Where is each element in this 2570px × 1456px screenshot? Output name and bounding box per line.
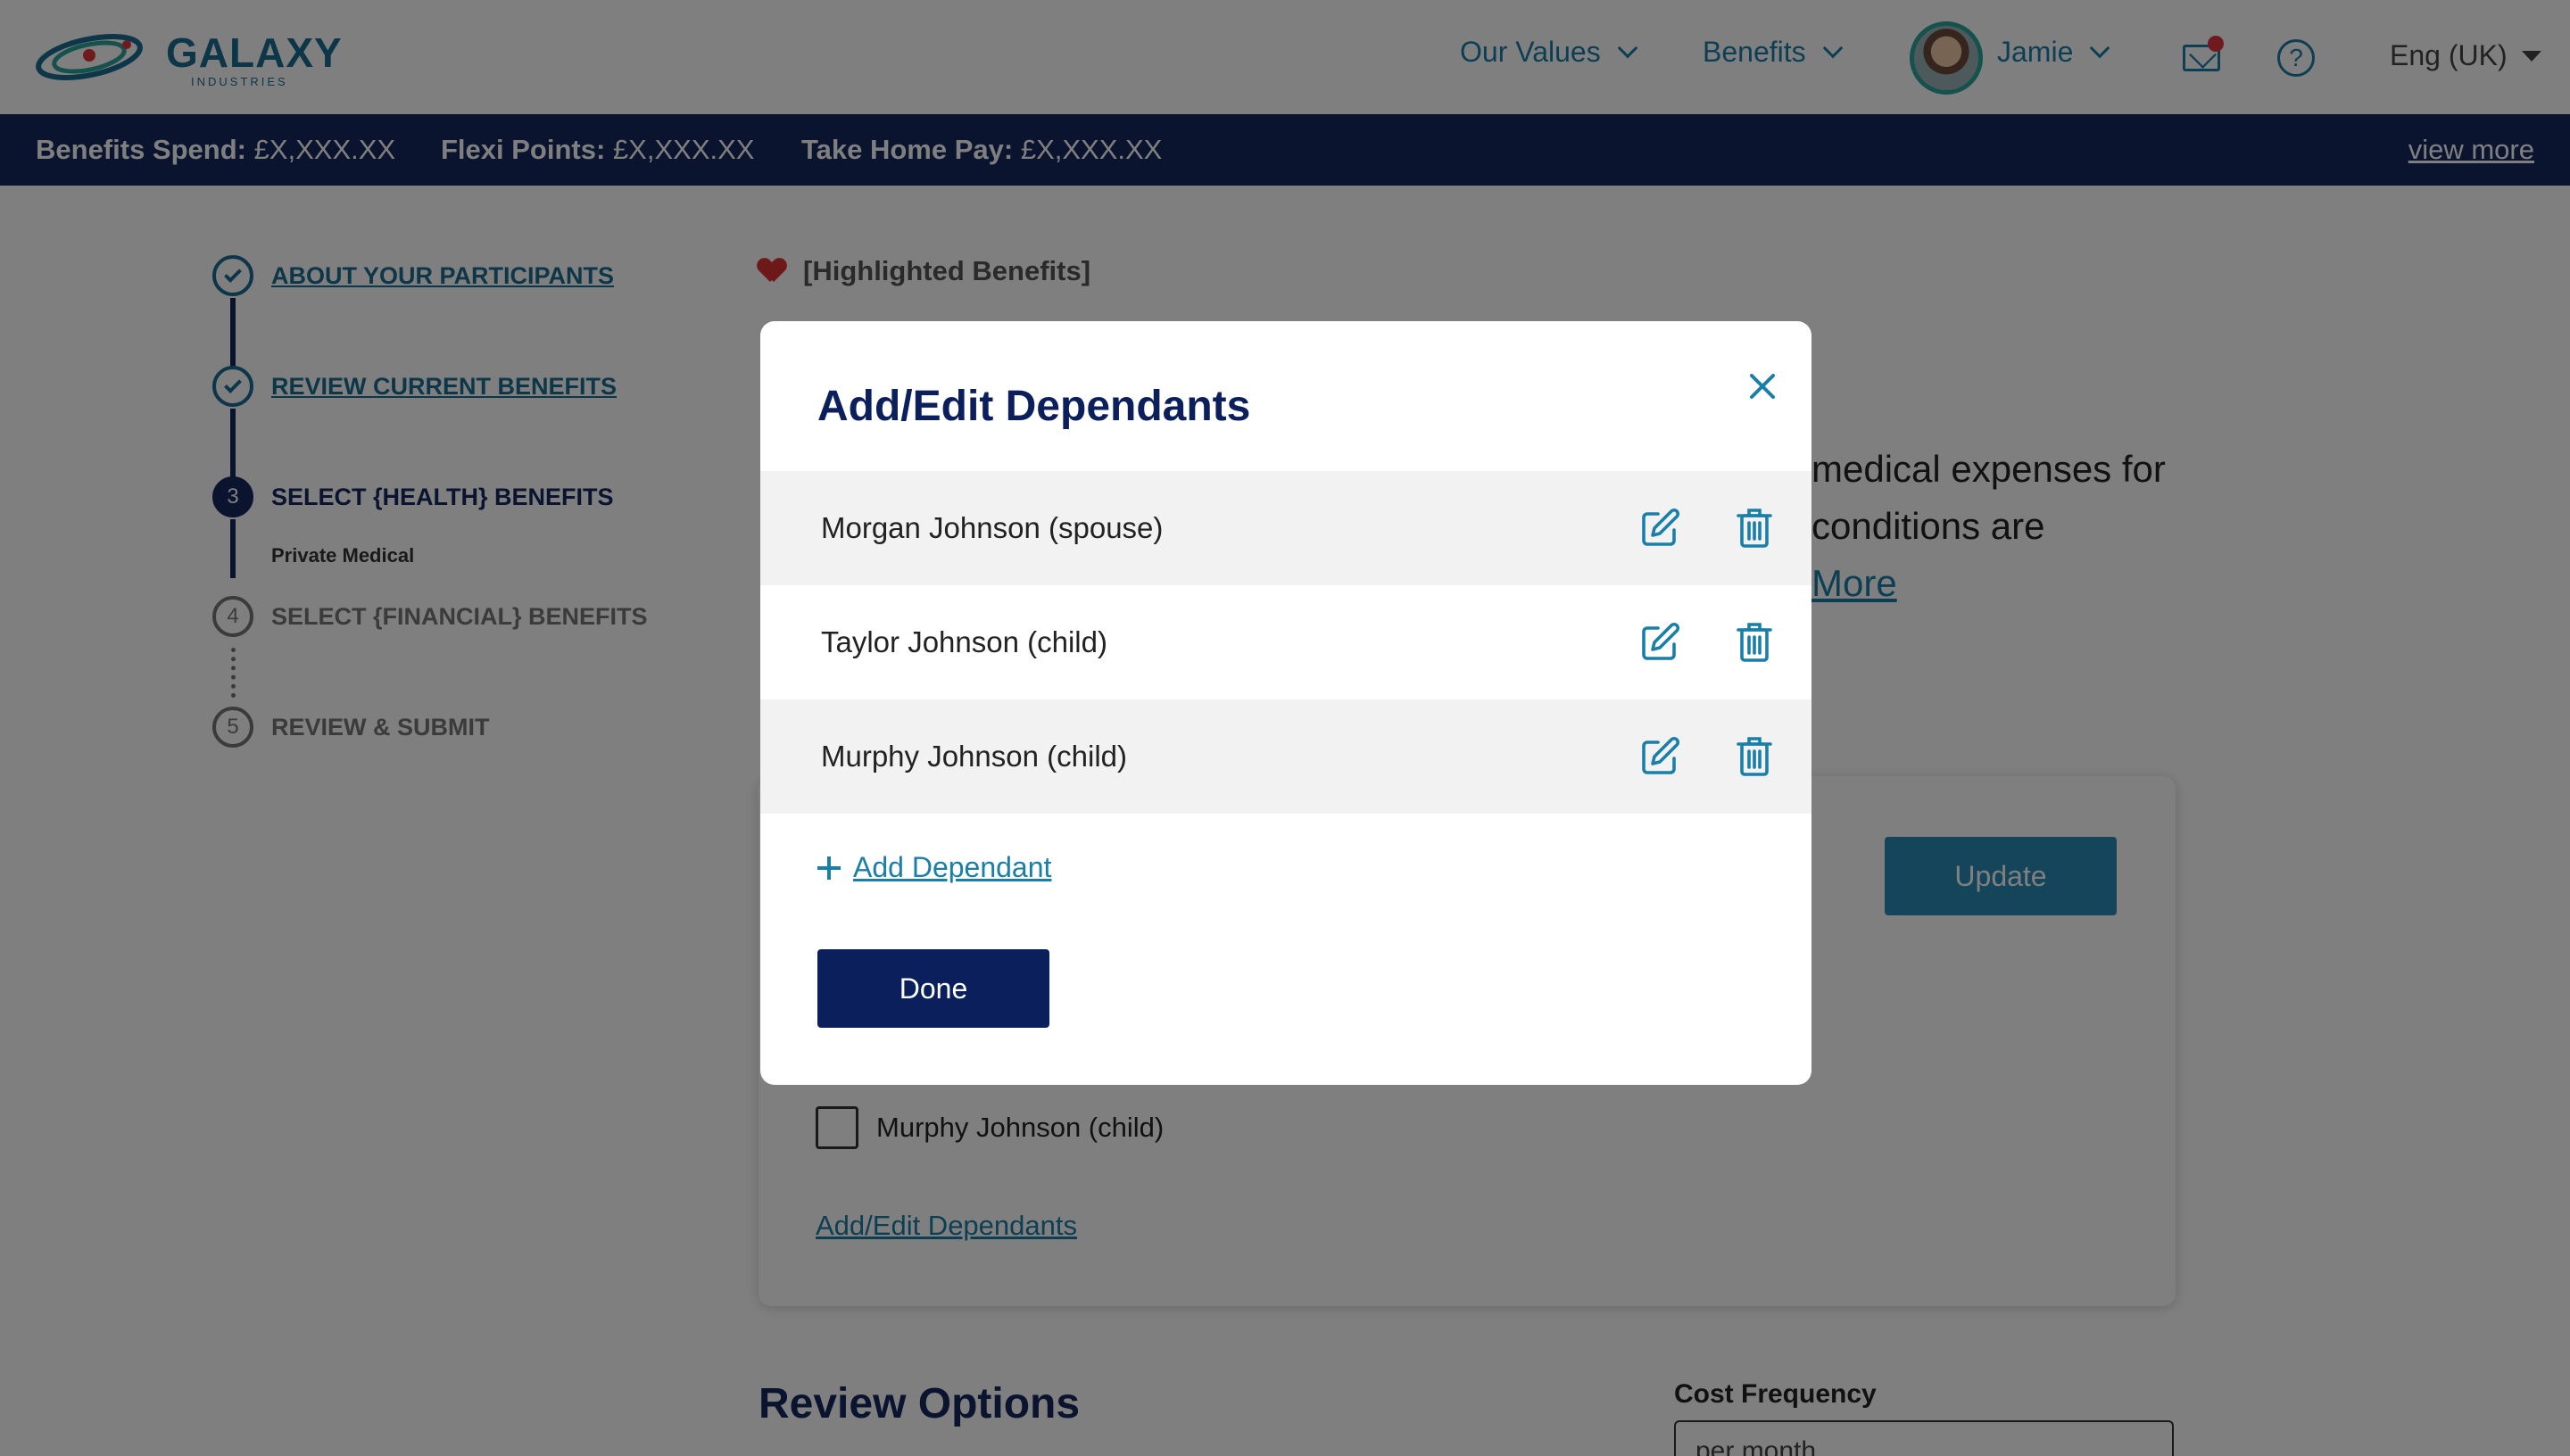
done-button[interactable]: Done <box>817 949 1049 1028</box>
edit-icon[interactable] <box>1638 507 1681 550</box>
edit-icon[interactable] <box>1638 735 1681 778</box>
plus-icon <box>817 856 841 880</box>
list-item: Taylor Johnson (child) <box>760 585 1811 699</box>
edit-icon[interactable] <box>1638 621 1681 664</box>
trash-icon[interactable] <box>1735 621 1774 664</box>
trash-icon[interactable] <box>1735 735 1774 778</box>
dependant-name: Murphy Johnson (child) <box>821 740 1127 773</box>
add-dependant-label: Add Dependant <box>853 851 1052 883</box>
add-dependant-link[interactable]: Add Dependant <box>817 851 1051 884</box>
list-item: Murphy Johnson (child) <box>760 699 1811 814</box>
list-item: Morgan Johnson (spouse) <box>760 471 1811 585</box>
add-edit-dependants-modal: Add/Edit Dependants Morgan Johnson (spou… <box>760 321 1811 1085</box>
modal-title: Add/Edit Dependants <box>817 383 1251 430</box>
trash-icon[interactable] <box>1735 507 1774 550</box>
dependant-name: Morgan Johnson (spouse) <box>821 511 1164 544</box>
close-icon[interactable] <box>1740 364 1785 409</box>
dependant-name: Taylor Johnson (child) <box>821 625 1107 658</box>
